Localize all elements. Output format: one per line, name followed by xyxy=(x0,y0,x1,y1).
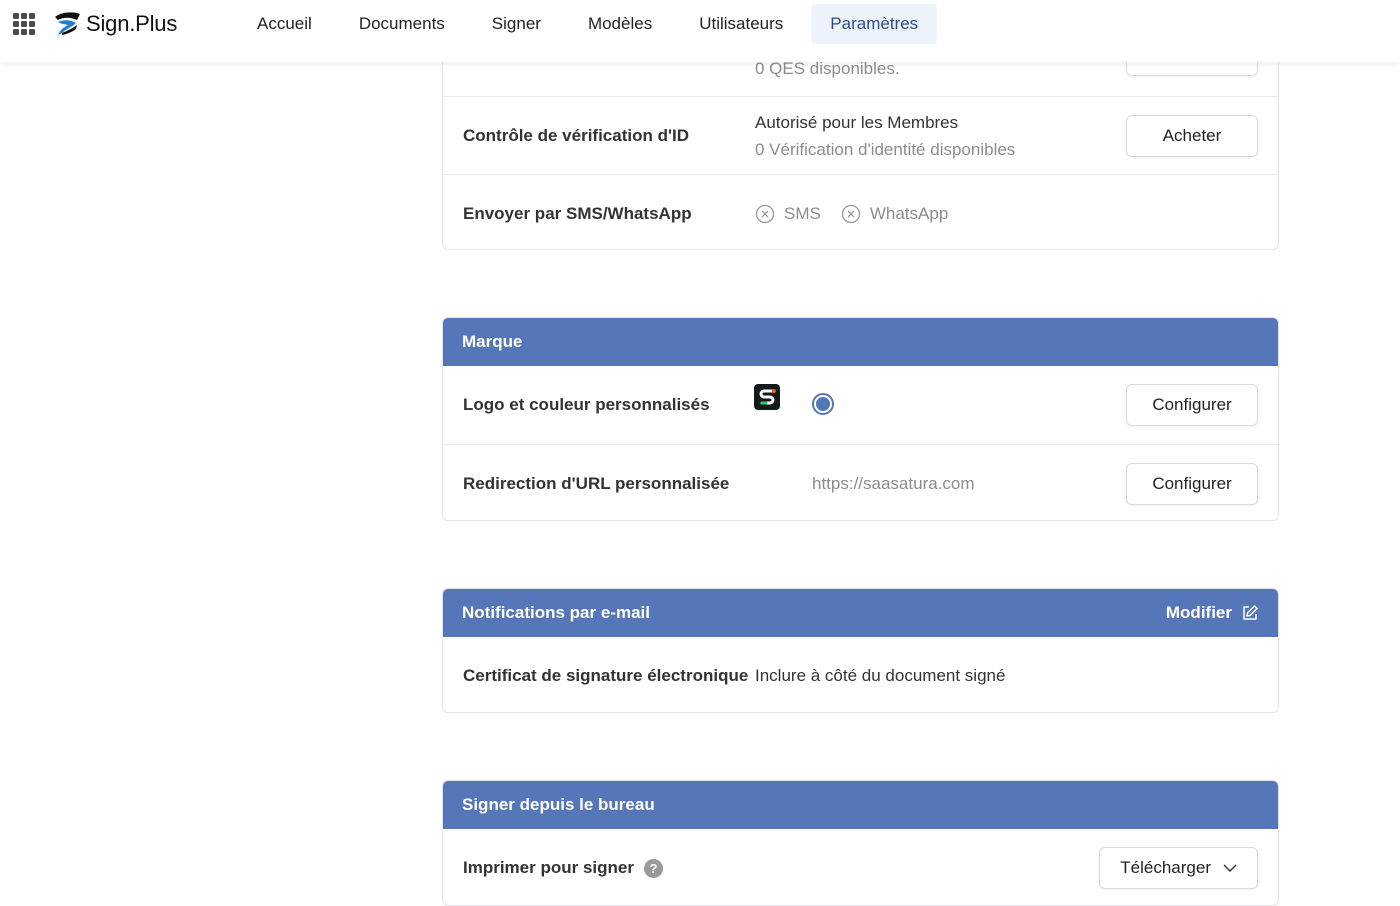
nav-signer[interactable]: Signer xyxy=(473,4,560,44)
certificate-row: Certificat de signature électronique Inc… xyxy=(443,637,1278,712)
edit-icon xyxy=(1243,605,1258,620)
whatsapp-option-label: WhatsApp xyxy=(869,203,949,223)
nav-documents[interactable]: Documents xyxy=(340,4,464,44)
download-dropdown-button[interactable]: Télécharger xyxy=(1099,847,1258,889)
id-check-values: Autorisé pour les Membres 0 Vérification… xyxy=(755,109,1015,163)
sms-whatsapp-row: Envoyer par SMS/WhatsApp SMS WhatsApp xyxy=(443,174,1278,249)
top-navigation-bar: Sign.Plus Accueil Documents Signer Modèl… xyxy=(0,0,1400,62)
edit-notifications-button[interactable]: Modifier xyxy=(1166,603,1259,623)
id-check-available: 0 Vérification d'identité disponibles xyxy=(755,139,1016,159)
url-redirect-value: https://saasatura.com xyxy=(812,473,975,493)
print-to-sign-text: Imprimer pour signer xyxy=(463,858,634,877)
notifications-card-header: Notifications par e-mail Modifier xyxy=(443,589,1278,637)
chevron-down-icon xyxy=(1223,864,1237,872)
apps-grid-icon[interactable] xyxy=(13,13,35,35)
nav-utilisateurs[interactable]: Utilisateurs xyxy=(680,4,802,44)
logo-color-row: Logo et couleur personnalisés Configurer xyxy=(443,366,1278,444)
download-label: Télécharger xyxy=(1120,858,1211,877)
certificate-value: Inclure à côté du document signé xyxy=(755,665,1006,685)
id-check-label: Contrôle de vérification d'ID xyxy=(463,125,690,145)
email-notifications-card: Notifications par e-mail Modifier Certif… xyxy=(442,588,1279,713)
url-redirect-label: Redirection d'URL personnalisée xyxy=(463,473,730,493)
help-icon[interactable]: ? xyxy=(643,858,663,878)
sign-plus-logo-icon xyxy=(55,12,80,35)
x-circle-icon xyxy=(755,204,775,223)
brand-color-swatch[interactable] xyxy=(812,393,834,415)
desktop-signing-card: Signer depuis le bureau Imprimer pour si… xyxy=(442,780,1279,906)
nav-parametres[interactable]: Paramètres xyxy=(811,4,938,44)
brand-card-title: Marque xyxy=(462,332,523,351)
qes-available: 0 QES disponibles. xyxy=(755,59,900,78)
app-logo[interactable]: Sign.Plus xyxy=(52,10,177,38)
notifications-card-title: Notifications par e-mail xyxy=(462,603,650,622)
print-to-sign-row: Imprimer pour signer ? Télécharger xyxy=(443,829,1278,905)
buy-button[interactable]: Acheter xyxy=(1126,114,1258,157)
desktop-card-header: Signer depuis le bureau xyxy=(443,781,1278,829)
logo-color-label: Logo et couleur personnalisés xyxy=(463,395,710,414)
certificate-label: Certificat de signature électronique xyxy=(463,665,749,685)
configure-url-button[interactable]: Configurer xyxy=(1126,462,1258,505)
main-nav: Accueil Documents Signer Modèles Utilisa… xyxy=(238,4,946,44)
print-to-sign-label: Imprimer pour signer ? xyxy=(463,858,663,878)
custom-logo-icon xyxy=(754,384,780,410)
brand-card-header: Marque xyxy=(443,318,1278,366)
sms-option[interactable]: SMS xyxy=(755,204,821,224)
nav-accueil[interactable]: Accueil xyxy=(238,4,331,44)
url-redirect-row: Redirection d'URL personnalisée https://… xyxy=(443,444,1278,520)
desktop-card-title: Signer depuis le bureau xyxy=(462,795,655,814)
nav-modeles[interactable]: Modèles xyxy=(569,4,671,44)
x-circle-icon xyxy=(841,204,860,223)
edit-label: Modifier xyxy=(1165,603,1232,622)
whatsapp-option[interactable]: WhatsApp xyxy=(841,204,948,224)
app-name: Sign.Plus xyxy=(86,11,178,36)
sms-option-label: SMS xyxy=(784,203,821,223)
id-check-permission: Autorisé pour les Membres xyxy=(755,112,959,132)
brand-card: Marque Logo et couleur personnalisés Con… xyxy=(442,317,1279,521)
sms-whatsapp-options: SMS WhatsApp xyxy=(755,204,968,224)
sms-whatsapp-label: Envoyer par SMS/WhatsApp xyxy=(463,203,692,223)
id-check-row: Contrôle de vérification d'ID Autorisé p… xyxy=(443,96,1278,174)
configure-logo-button[interactable]: Configurer xyxy=(1126,384,1258,426)
